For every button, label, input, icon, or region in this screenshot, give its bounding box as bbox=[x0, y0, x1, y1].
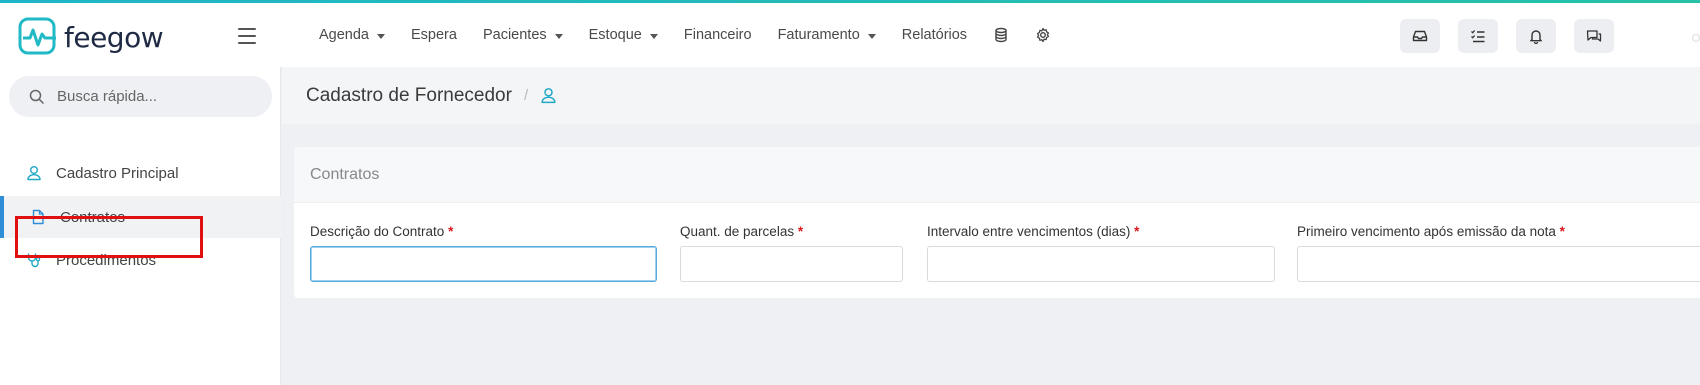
field-label: Quant. de parcelas * bbox=[680, 224, 903, 239]
brand-logo[interactable]: feegow bbox=[18, 17, 164, 57]
page-title: Cadastro de Fornecedor bbox=[306, 84, 512, 106]
main-content: Cadastro de Fornecedor / Contratos Descr… bbox=[282, 67, 1700, 385]
caret-down-icon bbox=[377, 33, 385, 39]
user-icon bbox=[541, 88, 556, 104]
required-marker: * bbox=[797, 224, 804, 239]
document-icon bbox=[32, 209, 44, 225]
nav-item-database[interactable] bbox=[980, 27, 1022, 43]
main-nav: Agenda Espera Pacientes Estoque Financei… bbox=[306, 3, 1064, 67]
search-input[interactable] bbox=[57, 88, 257, 105]
breadcrumb-separator: / bbox=[523, 87, 529, 104]
nav-label: Pacientes bbox=[482, 27, 547, 43]
nav-item-agenda[interactable]: Agenda bbox=[306, 27, 398, 43]
due-interval-field: Intervalo entre vencimentos (dias) * bbox=[927, 224, 1275, 282]
installments-field: Quant. de parcelas * bbox=[680, 224, 903, 282]
panel-title: Contratos bbox=[294, 147, 1700, 203]
search-icon bbox=[29, 89, 45, 104]
nav-label: Financeiro bbox=[683, 27, 752, 43]
inbox-button[interactable] bbox=[1400, 19, 1440, 53]
due-interval-input[interactable] bbox=[927, 246, 1275, 282]
sidebar-item-cadastro-principal[interactable]: Cadastro Principal bbox=[0, 152, 281, 194]
stethoscope-icon bbox=[27, 253, 41, 268]
sidebar-item-label: Procedimentos bbox=[56, 251, 157, 269]
field-label: Descrição do Contrato * bbox=[310, 224, 657, 239]
header-actions bbox=[1400, 19, 1614, 53]
caret-down-icon bbox=[554, 33, 563, 39]
label-text: Intervalo entre vencimentos (dias) bbox=[927, 224, 1131, 239]
logo-icon bbox=[18, 17, 56, 55]
nav-item-relatorios[interactable]: Relatórios bbox=[889, 27, 980, 43]
nav-item-financeiro[interactable]: Financeiro bbox=[671, 27, 765, 43]
status-indicator bbox=[1692, 34, 1700, 42]
nav-item-estoque[interactable]: Estoque bbox=[576, 27, 671, 43]
installments-input[interactable] bbox=[680, 246, 903, 282]
user-icon bbox=[27, 166, 41, 181]
label-text: Quant. de parcelas bbox=[680, 224, 795, 239]
sidebar: Cadastro Principal Contratos Procediment… bbox=[0, 67, 281, 385]
sidebar-item-label: Contratos bbox=[60, 208, 126, 226]
top-header: feegow Agenda Espera Pacientes Estoque F… bbox=[0, 3, 1700, 67]
sidebar-item-label: Cadastro Principal bbox=[56, 164, 179, 182]
nav-label: Faturamento bbox=[777, 27, 860, 43]
first-due-field: Primeiro vencimento após emissão da nota… bbox=[1297, 224, 1700, 282]
caret-down-icon bbox=[649, 33, 658, 39]
checklist-icon bbox=[1471, 30, 1485, 43]
brand-name: feegow bbox=[64, 20, 164, 54]
required-marker: * bbox=[448, 224, 454, 239]
contract-description-field: Descrição do Contrato * bbox=[310, 224, 657, 282]
field-label: Primeiro vencimento após emissão da nota… bbox=[1297, 224, 1700, 239]
contract-description-input[interactable] bbox=[310, 246, 657, 282]
bell-icon bbox=[1530, 30, 1542, 44]
label-text: Primeiro vencimento após emissão da nota bbox=[1297, 224, 1556, 239]
notifications-button[interactable] bbox=[1516, 19, 1556, 53]
gear-icon bbox=[1037, 27, 1050, 43]
nav-item-faturamento[interactable]: Faturamento bbox=[765, 27, 889, 43]
sidebar-item-contratos[interactable]: Contratos bbox=[0, 196, 281, 238]
required-marker: * bbox=[1134, 224, 1140, 239]
nav-label: Estoque bbox=[588, 27, 642, 43]
page-header: Cadastro de Fornecedor / bbox=[282, 67, 1700, 124]
chat-icon bbox=[1586, 30, 1602, 42]
caret-down-icon bbox=[867, 33, 876, 39]
contracts-panel: Contratos Descrição do Contrato * Quant.… bbox=[294, 147, 1700, 298]
first-due-input[interactable] bbox=[1297, 246, 1700, 282]
chat-button[interactable] bbox=[1574, 19, 1614, 53]
sidebar-item-procedimentos[interactable]: Procedimentos bbox=[0, 239, 281, 281]
menu-toggle-icon[interactable] bbox=[238, 28, 256, 44]
nav-label: Agenda bbox=[319, 27, 369, 43]
database-icon bbox=[995, 27, 1007, 43]
quick-search[interactable] bbox=[9, 76, 272, 117]
nav-item-settings[interactable] bbox=[1022, 27, 1064, 43]
nav-label: Relatórios bbox=[901, 27, 968, 43]
inbox-icon bbox=[1412, 30, 1428, 42]
nav-item-espera[interactable]: Espera bbox=[398, 27, 470, 43]
nav-label: Espera bbox=[411, 27, 457, 43]
nav-item-pacientes[interactable]: Pacientes bbox=[470, 27, 576, 43]
field-label: Intervalo entre vencimentos (dias) * bbox=[927, 224, 1275, 239]
required-marker: * bbox=[1559, 224, 1565, 239]
label-text: Descrição do Contrato bbox=[310, 224, 445, 239]
tasks-button[interactable] bbox=[1458, 19, 1498, 53]
